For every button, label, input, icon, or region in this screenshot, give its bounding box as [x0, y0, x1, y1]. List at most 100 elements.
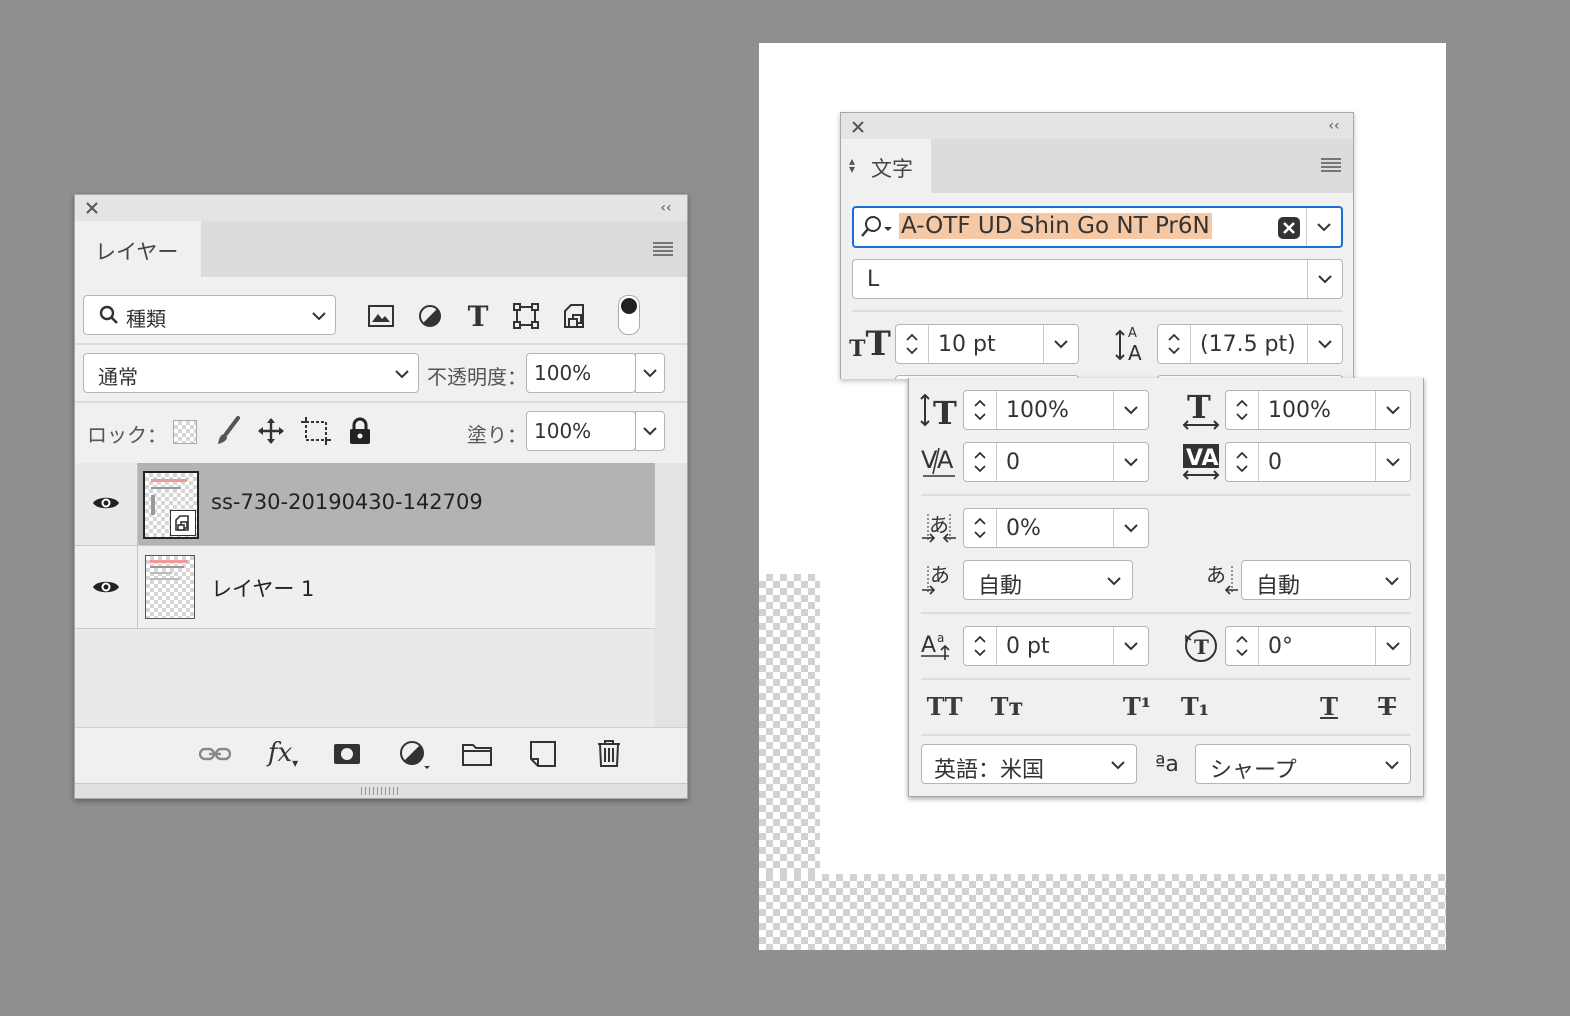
chevron-down-icon — [309, 306, 329, 326]
adjustment-filter-icon[interactable] — [414, 301, 446, 331]
language-select[interactable]: 英語：米国 — [921, 744, 1137, 784]
tab-layers[interactable]: レイヤー — [75, 221, 201, 277]
blend-mode-select[interactable]: 通常 — [83, 353, 419, 393]
vertical-scale-dropdown-button[interactable] — [1113, 391, 1148, 429]
type-filter-icon[interactable]: T — [462, 300, 494, 333]
adjustment-layer-icon[interactable] — [395, 737, 435, 773]
tracking-input[interactable]: 0 — [1225, 442, 1411, 482]
font-size-dropdown-button[interactable] — [1043, 325, 1078, 363]
small-caps-button[interactable]: Tт — [985, 688, 1029, 724]
all-caps-button[interactable]: TT — [923, 688, 967, 724]
layer-filter-select[interactable]: 種類 — [83, 295, 336, 335]
svg-text:あ: あ — [930, 563, 950, 587]
tracking-dropdown-button[interactable] — [1375, 443, 1410, 481]
lock-position-icon[interactable] — [255, 415, 287, 447]
mask-icon[interactable] — [329, 739, 365, 769]
aki-left-value: 自動 — [978, 574, 1023, 599]
tsume-dropdown-button[interactable] — [1113, 509, 1148, 547]
subscript-button[interactable]: T₁ — [1175, 688, 1215, 724]
layers-panel-titlebar — [75, 195, 687, 221]
close-icon[interactable] — [83, 199, 101, 217]
eye-icon[interactable] — [91, 491, 121, 515]
kerning-dropdown-button[interactable] — [1113, 443, 1148, 481]
clear-icon[interactable] — [1275, 214, 1303, 242]
opacity-input[interactable]: 100% — [526, 353, 665, 393]
tab-character[interactable]: ▴ ▾ 文字 — [841, 139, 931, 193]
lock-paint-brush-icon[interactable] — [213, 415, 243, 447]
opacity-dropdown-button[interactable] — [635, 353, 665, 393]
svg-text:A: A — [1128, 326, 1137, 341]
fill-dropdown-button[interactable] — [635, 411, 665, 451]
collapse-icon[interactable]: ‹‹ — [1323, 117, 1345, 135]
baseline-shift-dropdown-button[interactable] — [1113, 627, 1148, 665]
lock-transparency-icon[interactable] — [173, 420, 197, 444]
aki-left-select[interactable]: 自動 — [963, 560, 1133, 600]
tracking-stepper[interactable] — [1226, 443, 1259, 481]
trash-icon[interactable] — [591, 737, 627, 769]
baseline-shift-stepper[interactable] — [964, 627, 997, 665]
strikethrough-button[interactable]: T — [1367, 688, 1407, 724]
image-filter-icon[interactable] — [365, 301, 397, 331]
resize-grip[interactable] — [75, 783, 687, 798]
font-size-input[interactable]: 10 pt — [895, 324, 1079, 364]
chevron-down-icon — [1382, 755, 1402, 775]
svg-text:A: A — [1128, 341, 1142, 363]
layer-thumbnail[interactable] — [145, 555, 195, 619]
chevron-down-icon — [1108, 755, 1128, 775]
character-rotation-input[interactable]: 0° — [1225, 626, 1411, 666]
antialias-select[interactable]: シャープ — [1195, 744, 1411, 784]
layer-list-scrollbar[interactable] — [655, 463, 687, 727]
font-family-input[interactable]: A-OTF UD Shin Go NT Pr6N — [852, 206, 1343, 248]
leading-input[interactable]: (17.5 pt) — [1157, 324, 1343, 364]
superscript-button[interactable]: T¹ — [1117, 688, 1157, 724]
collapse-icon[interactable]: ‹‹ — [655, 199, 677, 217]
kerning-value: 0 — [1006, 450, 1020, 475]
eye-icon[interactable] — [91, 575, 121, 599]
close-icon[interactable] — [849, 118, 867, 136]
kerning-input[interactable]: 0 — [963, 442, 1149, 482]
font-style-dropdown-button[interactable] — [1307, 260, 1342, 298]
antialias-value: シャープ — [1210, 758, 1297, 783]
vertical-scale-input[interactable]: 100% — [963, 390, 1149, 430]
font-size-stepper[interactable] — [896, 325, 929, 363]
character-rotation-dropdown-button[interactable] — [1375, 627, 1410, 665]
shape-filter-icon[interactable] — [510, 301, 542, 331]
font-family-dropdown-button[interactable] — [1306, 208, 1341, 246]
layer-thumbnail[interactable] — [143, 471, 199, 539]
baseline-shift-value: 0 pt — [1006, 634, 1050, 659]
filter-toggle-switch[interactable] — [618, 295, 640, 335]
horizontal-scale-dropdown-button[interactable] — [1375, 391, 1410, 429]
leading-stepper[interactable] — [1158, 325, 1191, 363]
leading-dropdown-button[interactable] — [1307, 325, 1342, 363]
aki-right-select[interactable]: 自動 — [1241, 560, 1411, 600]
smart-object-filter-icon[interactable] — [559, 301, 591, 331]
panel-menu-icon[interactable] — [1319, 153, 1343, 177]
layer-row[interactable]: レイヤー 1 — [75, 546, 655, 629]
layer-row[interactable]: ss-730-20190430-142709 — [75, 463, 655, 546]
panel-menu-icon[interactable] — [651, 237, 675, 261]
fill-input[interactable]: 100% — [526, 411, 665, 451]
layer-name[interactable]: ss-730-20190430-142709 — [211, 490, 483, 514]
tracking-icon: VA — [1179, 440, 1223, 484]
vertical-scale-stepper[interactable] — [964, 391, 997, 429]
kerning-stepper[interactable] — [964, 443, 997, 481]
underline-button[interactable]: T — [1309, 688, 1349, 724]
font-style-select[interactable]: L — [852, 259, 1343, 299]
svg-text:a: a — [937, 631, 944, 645]
baseline-shift-input[interactable]: 0 pt — [963, 626, 1149, 666]
svg-text:VA: VA — [1186, 446, 1219, 471]
horizontal-scale-input[interactable]: 100% — [1225, 390, 1411, 430]
font-family-value[interactable]: A-OTF UD Shin Go NT Pr6N — [899, 213, 1212, 239]
new-layer-icon[interactable] — [525, 739, 561, 769]
layer-name[interactable]: レイヤー 1 — [211, 573, 314, 603]
tsume-input[interactable]: 0% — [963, 508, 1149, 548]
tab-layers-label: レイヤー — [95, 240, 179, 264]
horizontal-scale-stepper[interactable] — [1226, 391, 1259, 429]
link-icon[interactable] — [197, 739, 233, 769]
lock-artboard-icon[interactable] — [299, 415, 333, 447]
fx-icon[interactable]: fx ▾ — [263, 735, 303, 771]
lock-all-icon[interactable] — [345, 415, 375, 447]
character-rotation-stepper[interactable] — [1226, 627, 1259, 665]
tsume-stepper[interactable] — [964, 509, 997, 547]
folder-icon[interactable] — [459, 739, 495, 769]
